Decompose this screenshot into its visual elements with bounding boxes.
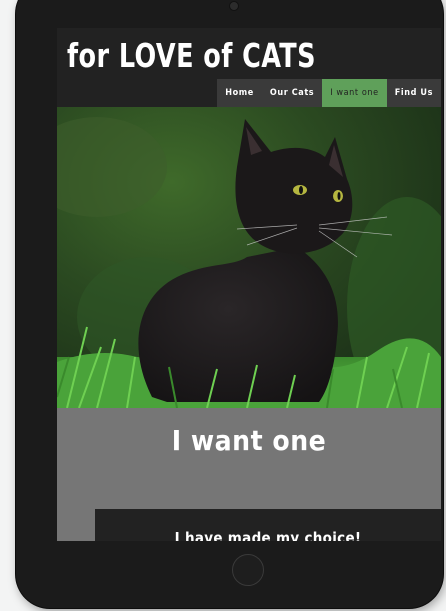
site-logo[interactable]: for LOVE of CATS xyxy=(67,36,316,75)
screen: for LOVE of CATS Home Our Cats I want on… xyxy=(57,28,441,541)
hero-image xyxy=(57,107,441,408)
nav-home[interactable]: Home xyxy=(217,79,262,107)
black-cat-photo xyxy=(57,107,441,408)
nav-our-cats[interactable]: Our Cats xyxy=(261,79,323,107)
page-title: I want one xyxy=(171,424,327,457)
tablet-home-button[interactable] xyxy=(232,554,264,586)
tablet-frame: for LOVE of CATS Home Our Cats I want on… xyxy=(16,0,443,608)
nav-find-us[interactable]: Find Us xyxy=(386,79,441,107)
tablet-camera xyxy=(229,1,239,11)
choice-heading: I have made my choice! xyxy=(174,529,362,541)
nav-i-want-one[interactable]: I want one xyxy=(322,79,387,107)
main-nav: Home Our Cats I want one Find Us xyxy=(217,79,441,107)
choice-section: I have made my choice! xyxy=(95,509,441,541)
site-header: for LOVE of CATS Home Our Cats I want on… xyxy=(57,28,441,107)
